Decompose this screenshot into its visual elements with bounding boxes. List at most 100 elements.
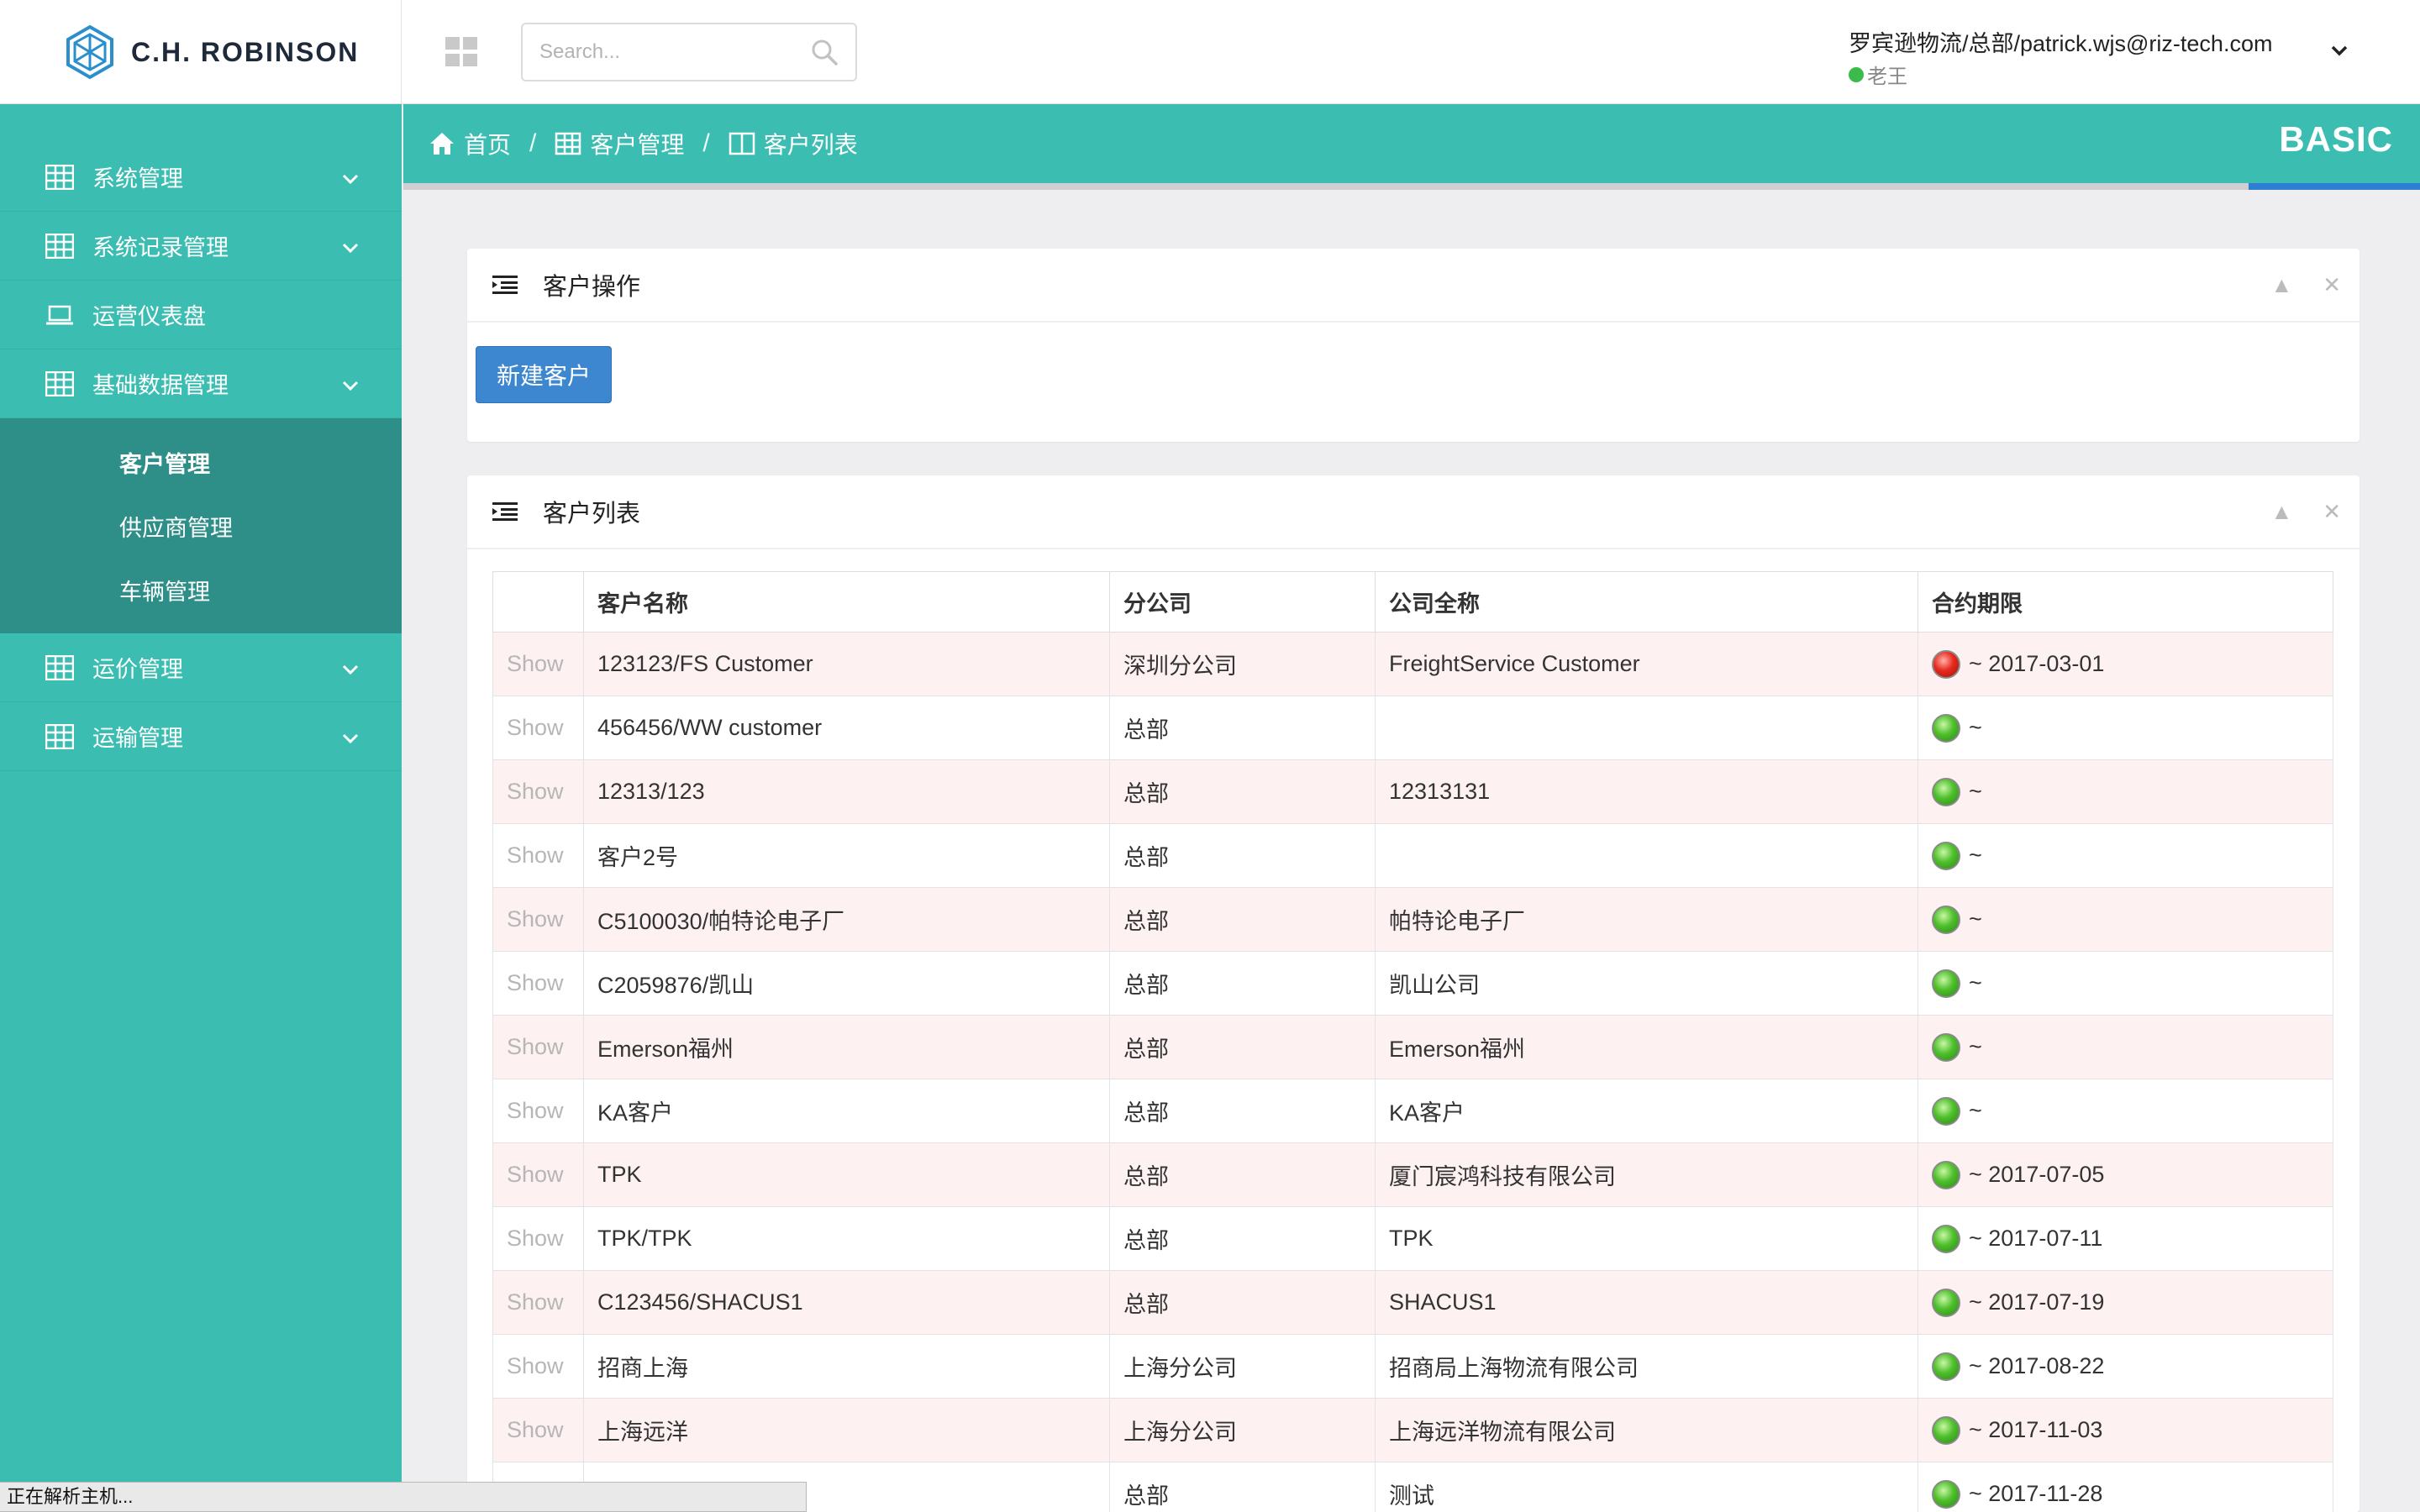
sidebar-item-system-records[interactable]: 系统记录管理 [0,212,402,281]
breadcrumb-section[interactable]: 客户管理 [555,127,684,160]
cell-full-name: TPK [1375,1206,1918,1271]
sidebar-item-base-data[interactable]: 基础数据管理 [0,349,402,418]
search-input[interactable] [539,40,810,64]
table-row: Show C5100030/帕特论电子厂 总部 帕特论电子厂 ~ [492,887,2333,952]
row-show-link[interactable]: Show [492,1270,584,1335]
edition-tag: BASIC [2279,119,2393,159]
apps-grid-icon[interactable] [445,37,477,67]
table-header-row: 客户名称 分公司 公司全称 合约期限 [492,571,2333,633]
cell-branch: 总部 [1109,1206,1376,1271]
status-light-green-icon [1932,1288,1960,1317]
collapse-icon[interactable]: ▲ [2270,501,2292,522]
sidebar-item-freight-rates[interactable]: 运价管理 [0,633,402,702]
cell-full-name [1375,696,1918,760]
row-show-link[interactable]: Show [492,1079,584,1143]
breadcrumb-page[interactable]: 客户列表 [729,127,858,160]
breadcrumb-home[interactable]: 首页 [429,127,511,160]
row-show-link[interactable]: Show [492,1206,584,1271]
cell-customer-name: TPK/TPK [583,1206,1110,1271]
row-show-link[interactable]: Show [492,1334,584,1399]
search-box [521,23,857,81]
cell-contract-term: ~ 2017-07-05 [1918,1142,2333,1207]
cell-full-name: 厦门宸鸿科技有限公司 [1375,1142,1918,1207]
cell-contract-term: ~ 2017-11-28 [1918,1462,2333,1512]
cell-branch: 总部 [1109,1079,1376,1143]
contract-term-wrapper: ~ 2017-07-19 [1932,1288,2333,1317]
row-show-link[interactable]: Show [492,1015,584,1079]
contract-term-wrapper: ~ 2017-08-22 [1932,1352,2333,1381]
row-show-link[interactable]: Show [492,759,584,824]
chevron-down-icon [342,733,359,744]
cell-branch: 总部 [1109,1462,1376,1512]
sidebar-item-transport[interactable]: 运输管理 [0,702,402,771]
table-row: Show 123123/FS Customer 深圳分公司 FreightServic… [492,632,2333,696]
panel-header: 客户操作 ▲ ✕ [467,249,2360,323]
sidebar-item-label: 系统管理 [92,166,183,192]
table-row: Show 456456/WW customer 总部 ~ [492,696,2333,760]
column-header-action [492,571,584,633]
cell-branch: 深圳分公司 [1109,632,1376,696]
cell-customer-name: C2059876/凯山 [583,951,1110,1016]
contract-term-wrapper: ~ [1932,1032,2333,1062]
chevron-down-icon [342,243,359,254]
row-show-link[interactable]: Show [492,632,584,696]
row-show-link[interactable]: Show [492,1398,584,1462]
row-show-link[interactable]: Show [492,951,584,1016]
sidebar-item-dashboard[interactable]: 运营仪表盘 [0,281,402,349]
cell-customer-name: TPK [583,1142,1110,1207]
sidebar-item-label: 系统记录管理 [92,235,229,260]
table-row: Show TPK 总部 厦门宸鸿科技有限公司 ~ 2017-07-05 [492,1142,2333,1207]
cell-branch: 总部 [1109,823,1376,888]
cell-customer-name: 客户2号 [583,823,1110,888]
row-show-link[interactable]: Show [492,887,584,952]
panel-tools: ▲ ✕ [2270,274,2341,296]
row-show-link[interactable]: Show [492,823,584,888]
row-show-link[interactable]: Show [492,1142,584,1207]
column-header-contract-term[interactable]: 合约期限 [1918,571,2333,633]
sidebar-item-label: 运输管理 [92,726,183,751]
status-light-green-icon [1932,969,1960,998]
brand-logo-area[interactable]: C.H. ROBINSON [0,0,402,104]
search-icon[interactable] [810,38,839,66]
row-show-link[interactable]: Show [492,696,584,760]
new-customer-button[interactable]: 新建客户 [476,346,613,403]
sidebar-subitem-vehicles[interactable]: 车辆管理 [0,558,402,622]
sidebar-subitem-suppliers[interactable]: 供应商管理 [0,494,402,558]
contract-term-text: ~ 2017-07-05 [1969,1162,2105,1187]
sidebar-item-label: 基础数据管理 [92,373,229,398]
user-info[interactable]: 罗宾逊物流/总部/patrick.wjs@riz-tech.com 老王 [1849,25,2272,89]
status-light-green-icon [1932,777,1960,806]
cell-contract-term: ~ 2017-11-03 [1918,1398,2333,1462]
column-header-name[interactable]: 客户名称 [583,571,1110,633]
cell-full-name [1375,823,1918,888]
brand-logo-icon [66,24,113,80]
sidebar-subitem-customers[interactable]: 客户管理 [0,430,402,494]
customer-table-wrapper: 客户名称 分公司 公司全称 合约期限 Show 123123/FS Custome… [492,571,2333,1512]
chevron-down-icon [342,381,359,391]
top-bar: C.H. ROBINSON 罗宾逊物流/总部/patrick.wjs@riz-t… [0,0,2420,104]
list-indent-icon [492,276,518,294]
cell-customer-name: C123456/SHACUS1 [583,1270,1110,1335]
contract-term-wrapper: ~ [1932,905,2333,934]
contract-term-wrapper: ~ 2017-11-28 [1932,1479,2333,1509]
contract-term-wrapper: ~ 2017-03-01 [1932,649,2333,679]
column-header-full-name[interactable]: 公司全称 [1375,571,1918,633]
cell-branch: 总部 [1109,696,1376,760]
status-light-red-icon [1932,649,1960,679]
user-name: 罗宾逊物流/总部/patrick.wjs@riz-tech.com [1849,31,2273,56]
table-row: Show C123456/SHACUS1 总部 SHACUS1 ~ 2017-07-19 [492,1270,2333,1335]
chevron-down-icon[interactable] [2328,39,2351,62]
breadcrumb-section-label: 客户管理 [590,132,685,158]
close-icon[interactable]: ✕ [2323,274,2341,296]
close-icon[interactable]: ✕ [2323,501,2341,522]
table-row: Show Emerson福州 总部 Emerson福州 ~ [492,1015,2333,1079]
column-header-branch[interactable]: 分公司 [1109,571,1376,633]
sidebar-item-system[interactable]: 系统管理 [0,143,402,212]
table-icon [45,233,74,259]
status-light-green-icon [1932,713,1960,743]
collapse-icon[interactable]: ▲ [2270,274,2292,296]
contract-term-text: ~ [1969,1034,1982,1059]
cell-contract-term: ~ [1918,696,2333,760]
home-icon [430,133,454,155]
table-row: Show 12313/123 总部 12313131 ~ [492,759,2333,824]
